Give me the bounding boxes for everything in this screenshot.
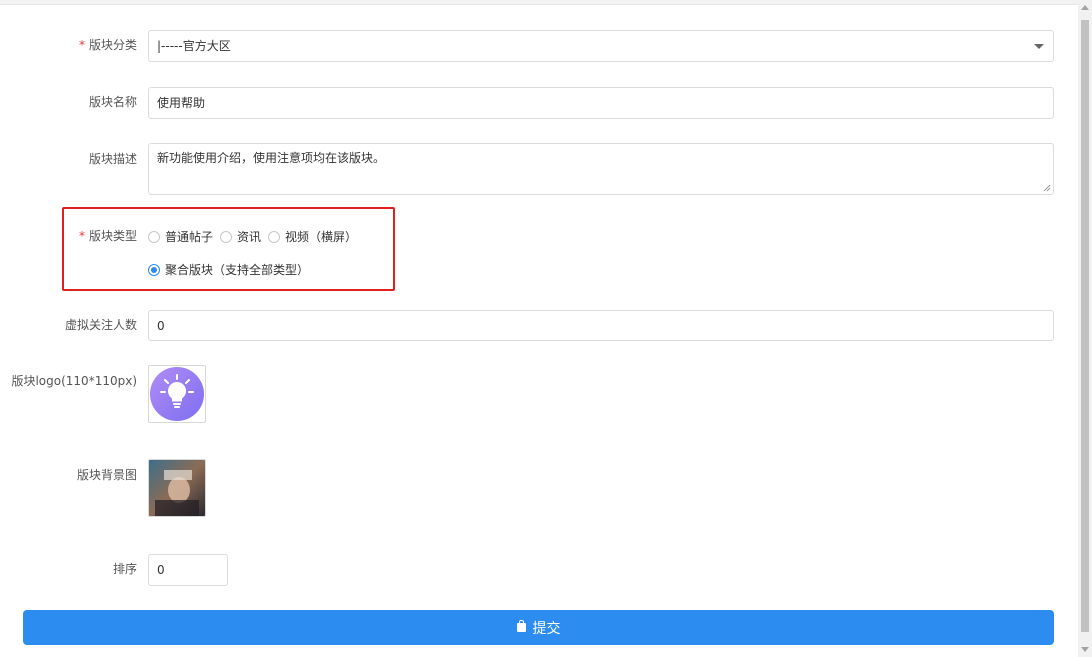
type-radio-news[interactable]: 资讯	[220, 228, 261, 245]
category-label: * 版块分类	[78, 38, 137, 52]
radio-checked-icon	[148, 263, 160, 276]
lightbulb-icon	[150, 367, 204, 421]
type-radio-aggregate[interactable]: 聚合版块（支持全部类型）	[148, 261, 309, 278]
description-textarea[interactable]: 新功能使用介绍，使用注意项均在该版块。	[148, 143, 1054, 195]
name-input[interactable]: 使用帮助	[148, 87, 1054, 119]
resize-handle-icon[interactable]	[1043, 184, 1051, 192]
scroll-thumb[interactable]	[1081, 20, 1089, 632]
radio-icon	[148, 230, 160, 243]
category-select[interactable]: |-----官方大区	[148, 30, 1054, 62]
type-radio-group-row2: 聚合版块（支持全部类型）	[148, 261, 316, 278]
top-divider	[0, 0, 1078, 5]
background-image-thumbnail	[149, 460, 205, 516]
required-mark: *	[78, 38, 85, 52]
scroll-down-icon[interactable]	[1081, 647, 1089, 652]
radio-icon	[220, 230, 233, 243]
followers-input[interactable]: 0	[148, 310, 1054, 341]
type-radio-group: 普通帖子 资讯 视频（横屏）	[148, 228, 364, 245]
logo-upload[interactable]	[148, 365, 206, 423]
submit-button[interactable]: 提交	[23, 610, 1054, 645]
followers-label: 虚拟关注人数	[64, 318, 137, 332]
type-highlight-box	[62, 207, 395, 291]
vertical-scrollbar[interactable]	[1078, 0, 1092, 657]
sort-label: 排序	[112, 562, 137, 576]
radio-icon	[268, 230, 281, 243]
type-radio-normal-post[interactable]: 普通帖子	[148, 228, 213, 245]
name-label: 版块名称	[88, 95, 137, 109]
sort-input[interactable]: 0	[148, 554, 228, 586]
submit-label: 提交	[532, 620, 561, 637]
scroll-up-icon[interactable]	[1081, 5, 1089, 10]
description-text: 新功能使用介绍，使用注意项均在该版块。	[157, 151, 386, 165]
type-radio-video[interactable]: 视频（横屏）	[268, 228, 357, 245]
description-label: 版块描述	[88, 152, 137, 166]
chevron-down-icon	[1034, 44, 1044, 49]
logo-label: 版块logo(110*110px)	[11, 374, 137, 388]
type-label: * 版块类型	[78, 229, 137, 243]
bag-icon	[516, 620, 526, 632]
required-mark: *	[78, 229, 85, 243]
category-select-value: |-----官方大区	[157, 39, 231, 53]
background-label: 版块背景图	[76, 468, 137, 482]
background-upload[interactable]	[148, 459, 206, 517]
